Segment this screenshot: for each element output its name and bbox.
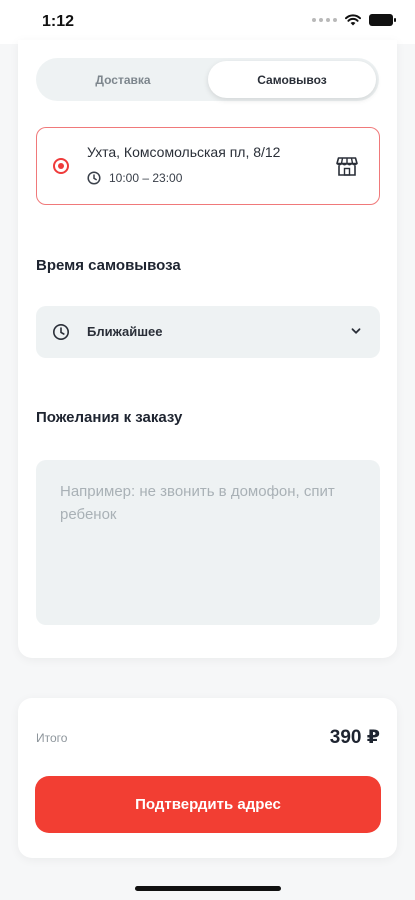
clock-icon — [87, 171, 101, 185]
total-value: 390 ₽ — [329, 727, 380, 748]
delivery-mode-switch: Доставка Самовывоз — [36, 58, 379, 101]
pickup-point-option[interactable]: Ухта, Комсомольская пл, 8/12 10:00 – 23:… — [36, 127, 380, 205]
tab-pickup[interactable]: Самовывоз — [208, 61, 376, 98]
status-time: 1:12 — [42, 13, 75, 30]
pickup-time-select[interactable]: Ближайшее — [36, 306, 380, 358]
wishes-textarea[interactable] — [36, 460, 380, 625]
signal-icon — [312, 18, 337, 22]
home-indicator[interactable] — [135, 886, 281, 891]
confirm-address-button[interactable]: Подтвердить адрес — [35, 776, 381, 833]
chevron-down-icon — [351, 328, 361, 334]
pickup-time-value: Ближайшее — [87, 324, 163, 339]
pickup-time-title: Время самовывоза — [36, 257, 181, 274]
clock-icon — [53, 324, 69, 340]
wifi-icon — [345, 14, 361, 26]
pickup-hours: 10:00 – 23:00 — [109, 171, 183, 185]
total-label: Итого — [36, 731, 68, 745]
radio-selected-icon[interactable] — [53, 158, 69, 174]
status-icons — [312, 14, 396, 26]
battery-icon — [369, 14, 396, 26]
pickup-hours-row: 10:00 – 23:00 — [87, 171, 182, 185]
wishes-title: Пожелания к заказу — [36, 409, 183, 426]
store-icon — [336, 157, 358, 176]
pickup-address: Ухта, Комсомольская пл, 8/12 — [87, 144, 281, 160]
tab-delivery[interactable]: Доставка — [39, 61, 207, 98]
status-bar: 1:12 — [0, 0, 415, 44]
